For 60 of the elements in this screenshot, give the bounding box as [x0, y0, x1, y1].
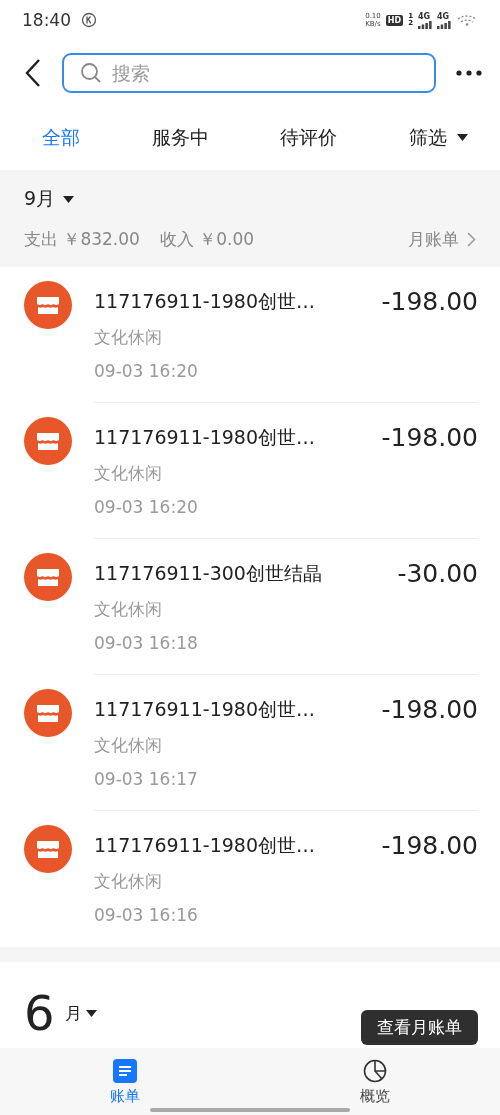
hd-badge: HD: [385, 14, 404, 26]
store-icon: [24, 689, 72, 737]
network-label: 4G: [437, 11, 451, 21]
transaction-time: 09-03 16:16: [94, 905, 199, 925]
income-summary: 收入 ￥0.00: [159, 228, 255, 251]
transaction-title: 117176911-1980创世…: [94, 288, 315, 314]
nav-tab[interactable]: 概览: [354, 1058, 396, 1110]
transaction-amount: -198.00: [381, 695, 478, 724]
k-icon: [81, 12, 97, 28]
filter-tab[interactable]: 全部: [40, 120, 82, 155]
transaction-title: 117176911-1980创世…: [94, 696, 315, 722]
transaction-row[interactable]: 117176911-1980创世… -198.00 文化休闲 09-03 16:16: [0, 811, 500, 947]
transaction-category: 文化休闲: [94, 326, 163, 349]
more-icon[interactable]: [456, 69, 482, 76]
transaction-time: 09-03 16:20: [94, 497, 199, 517]
transaction-amount: -198.00: [381, 831, 478, 860]
caret-icon: [456, 134, 468, 141]
wifi-icon: [456, 14, 478, 26]
back-icon[interactable]: [24, 57, 42, 88]
transaction-time: 09-03 16:18: [94, 633, 199, 653]
store-icon: [24, 417, 72, 465]
search-field[interactable]: 搜索: [62, 52, 436, 93]
caret-icon: [85, 1009, 97, 1017]
view-monthly-bill-button[interactable]: 查看月账单: [361, 1010, 478, 1045]
expense-summary: 支出 ￥832.00: [24, 228, 140, 251]
transaction-row[interactable]: 117176911-1980创世… -198.00 文化休闲 09-03 16:17: [0, 675, 500, 811]
transaction-amount: -198.00: [381, 423, 478, 452]
transaction-title: 117176911-1980创世…: [94, 832, 315, 858]
transaction-category: 文化休闲: [94, 734, 163, 757]
store-icon: [24, 553, 72, 601]
transaction-category: 文化休闲: [94, 462, 163, 485]
transaction-category: 文化休闲: [94, 598, 163, 621]
month-unit: 月: [64, 1001, 82, 1025]
chevron-icon: [467, 232, 476, 247]
transaction-title: 117176911-300创世结晶: [94, 560, 322, 586]
transaction-row[interactable]: 117176911-300创世结晶 -30.00 文化休闲 09-03 16:18: [0, 539, 500, 675]
filter-tab[interactable]: 服务中: [149, 120, 211, 155]
signal-icon: [437, 20, 451, 29]
status-time: 18:40: [22, 10, 71, 30]
list-icon: [113, 1059, 137, 1083]
month-number: 6: [24, 987, 55, 1039]
filter-tab[interactable]: 待评价: [278, 120, 340, 155]
signal-icon: [418, 20, 432, 29]
caret-icon: [63, 195, 75, 203]
filter-button[interactable]: 筛选: [406, 120, 449, 155]
transaction-amount: -30.00: [397, 559, 478, 588]
transaction-row[interactable]: 117176911-1980创世… -198.00 文化休闲 09-03 16:20: [0, 403, 500, 539]
pie-chart-icon: [363, 1059, 387, 1083]
transaction-row[interactable]: 117176911-1980创世… -198.00 文化休闲 09-03 16:20: [0, 267, 500, 403]
store-icon: [24, 825, 72, 873]
transaction-amount: -198.00: [381, 287, 478, 316]
transaction-category: 文化休闲: [94, 870, 163, 893]
transaction-time: 09-03 16:20: [94, 361, 199, 381]
transaction-title: 117176911-1980创世…: [94, 424, 315, 450]
network-label: 4G: [418, 11, 432, 21]
month-selector[interactable]: 9月: [24, 184, 56, 214]
nav-tab[interactable]: 账单: [104, 1058, 146, 1110]
search-icon: [80, 61, 102, 84]
transaction-time: 09-03 16:17: [94, 769, 199, 789]
store-icon: [24, 281, 72, 329]
